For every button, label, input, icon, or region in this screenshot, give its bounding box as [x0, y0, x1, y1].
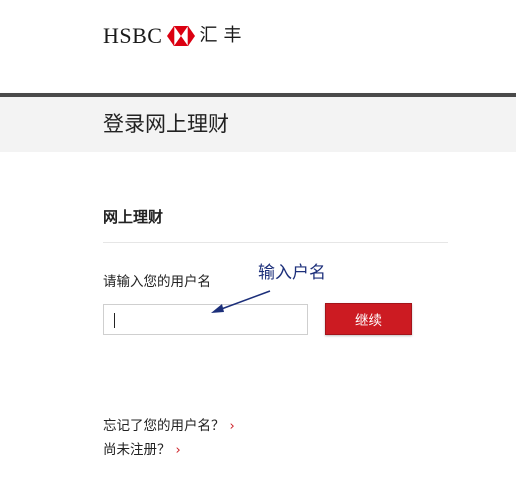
section-title: 网上理财	[103, 208, 164, 226]
brand-name-chinese: 汇丰	[199, 25, 248, 46]
annotation-label: 输入户名	[258, 263, 326, 283]
chevron-right-icon: ›	[175, 443, 181, 458]
username-input[interactable]	[103, 304, 308, 335]
chevron-right-icon: ›	[229, 419, 235, 434]
forgot-username-link[interactable]: 忘记了您的用户名？ ›	[103, 414, 235, 434]
site-header: HSBC 汇丰	[0, 0, 516, 97]
forgot-username-label: 忘记了您的用户名？	[103, 418, 225, 434]
register-link[interactable]: 尚未注册？ ›	[103, 438, 181, 458]
text-caret	[114, 313, 115, 328]
page-title-band	[0, 97, 516, 152]
hsbc-logo[interactable]: HSBC 汇丰	[103, 24, 247, 48]
continue-button[interactable]: 继续	[325, 303, 412, 335]
brand-name: HSBC	[103, 23, 163, 48]
hsbc-hexagon-logo-icon	[167, 26, 196, 46]
register-label: 尚未注册？	[103, 442, 171, 458]
username-label: 请输入您的用户名	[103, 274, 211, 290]
section-divider	[103, 242, 448, 243]
page-title: 登录网上理财	[103, 112, 229, 136]
